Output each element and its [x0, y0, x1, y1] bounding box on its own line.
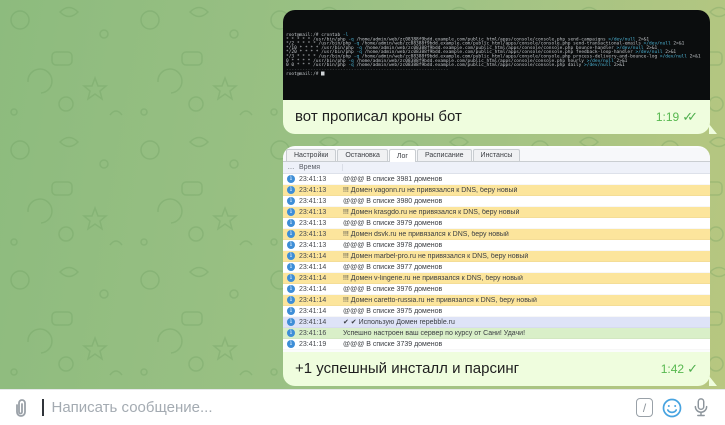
tab-Остановка[interactable]: Остановка: [337, 149, 388, 161]
message-input[interactable]: Написать сообщение...: [52, 399, 629, 416]
log-row-time: 23:41:14: [299, 318, 327, 326]
log-row[interactable]: i 23:41:14 !!! Домен marbel-pro.ru не пр…: [283, 251, 710, 262]
log-row[interactable]: i 23:41:14 !!! Домен v-lingerie.ru не пр…: [283, 273, 710, 284]
log-row-text: ✔ ✔ Использую Домен repebble.ru: [343, 319, 455, 326]
log-row-text: @@@ В списке 3981 доменов: [343, 175, 443, 183]
log-row[interactable]: i 23:41:13 @@@ В списке 3980 доменов: [283, 196, 710, 207]
log-row-time: 23:41:13: [299, 186, 327, 194]
log-tabs: Настройки Остановка Лог Расписание Инстансы: [283, 148, 710, 162]
log-row-text: Успешно настроен ваш сервер по курсу от …: [343, 329, 526, 337]
log-row-text: !!! Домен caretto-russia.ru не привязалс…: [343, 296, 537, 304]
info-icon: i: [283, 340, 299, 348]
terminal-lines: root@mail:/# crontab -l * * * * * /usr/bi…: [286, 32, 701, 77]
terminal-screenshot-photo[interactable]: root@mail:/# crontab -l * * * * * /usr/bi…: [283, 10, 710, 100]
tab-Настройки[interactable]: Настройки: [286, 149, 337, 161]
info-icon: i: [283, 197, 299, 205]
log-row[interactable]: i 23:41:13 @@@ В списке 3979 доменов: [283, 218, 710, 229]
message-meta: 1:42 ✓: [661, 361, 698, 378]
info-icon: i: [283, 307, 299, 315]
tab-Расписание[interactable]: Расписание: [416, 149, 472, 161]
message-text: вот прописал кроны бот: [295, 108, 462, 125]
info-icon: i: [283, 274, 299, 282]
info-icon: i: [283, 208, 299, 216]
log-row[interactable]: i 23:41:14 ✔ ✔ Использую Домен repebble.…: [283, 317, 710, 328]
info-icon: i: [283, 175, 299, 183]
info-icon: i: [283, 285, 299, 293]
log-row-time: 23:41:13: [299, 208, 327, 216]
log-row-text: @@@ В списке 3739 доменов: [343, 340, 443, 348]
log-row-time: 23:41:13: [299, 219, 327, 227]
log-row[interactable]: i 23:41:14 @@@ В списке 3976 доменов: [283, 284, 710, 295]
log-row-text: @@@ В списке 3980 доменов: [343, 197, 443, 205]
column-header-icon: …: [287, 164, 295, 171]
info-icon: i: [283, 252, 299, 260]
log-row-text: @@@ В списке 3979 доменов: [343, 219, 443, 227]
attach-icon[interactable]: [10, 397, 32, 419]
log-row-text: @@@ В списке 3977 доменов: [343, 263, 443, 271]
log-row[interactable]: i 23:41:14 @@@ В списке 3975 доменов: [283, 306, 710, 317]
message-text: +1 успешный инсталл и парсинг: [295, 360, 520, 377]
log-row-time: 23:41:14: [299, 285, 327, 293]
info-icon: i: [283, 329, 299, 337]
log-row[interactable]: i 23:41:13 @@@ В списке 3981 доменов: [283, 174, 710, 185]
info-icon: i: [283, 219, 299, 227]
log-row-text: @@@ В списке 3976 доменов: [343, 285, 443, 293]
log-row[interactable]: i 23:41:14 @@@ В списке 3977 доменов: [283, 262, 710, 273]
log-screenshot-photo[interactable]: Настройки Остановка Лог Расписание Инстансы …: [283, 146, 710, 352]
info-icon: i: [283, 318, 299, 326]
log-row-text: @@@ В списке 3975 доменов: [343, 307, 443, 315]
log-row[interactable]: i 23:41:13 @@@ В списке 3978 доменов: [283, 240, 710, 251]
message-outgoing-log: Настройки Остановка Лог Расписание Инстансы …: [283, 146, 717, 386]
log-row-time: 23:41:14: [299, 307, 327, 315]
message-composer: Написать сообщение... /: [0, 389, 725, 425]
log-row-time: 23:41:13: [299, 241, 327, 249]
message-meta: 1:19 ✓✓: [656, 109, 698, 126]
log-row-time: 23:41:14: [299, 252, 327, 260]
log-row-text: !!! Домен marbel-pro.ru не привязался к …: [343, 252, 529, 260]
message-time: 1:42: [660, 362, 685, 376]
microphone-icon[interactable]: [691, 396, 711, 419]
bot-commands-icon[interactable]: /: [636, 398, 653, 417]
telegram-chat-window: root@mail:/# crontab -l * * * * * /usr/bi…: [0, 0, 725, 425]
log-row-text: @@@ В списке 3978 доменов: [343, 241, 443, 249]
info-icon: i: [283, 186, 299, 194]
log-rows: i 23:41:13 @@@ В списке 3981 доменов i 2…: [283, 174, 710, 350]
info-icon: i: [283, 241, 299, 249]
log-row-text: !!! Домен dsvk.ru не привязался к DNS, б…: [343, 230, 509, 238]
log-row-time: 23:41:16: [299, 329, 327, 337]
log-row[interactable]: i 23:41:13 !!! Домен vagonn.ru не привяз…: [283, 185, 710, 196]
message-caption: вот прописал кроны бот 1:19 ✓✓: [283, 100, 717, 134]
log-row-time: 23:41:13: [299, 197, 327, 205]
log-row[interactable]: i 23:41:19 @@@ В списке 3739 доменов: [283, 339, 710, 350]
terminal-cursor: [321, 71, 325, 76]
log-row-text: !!! Домен krasgdo.ru не привязался к DNS…: [343, 208, 520, 216]
emoji-icon[interactable]: [661, 397, 683, 419]
text-caret: [42, 399, 44, 416]
log-row[interactable]: i 23:41:14 !!! Домен caretto-russia.ru н…: [283, 295, 710, 306]
log-row-text: !!! Домен vagonn.ru не привязался к DNS,…: [343, 186, 518, 194]
info-icon: i: [283, 230, 299, 238]
message-time: 1:19: [655, 110, 680, 124]
log-row[interactable]: i 23:41:16 Успешно настроен ваш сервер п…: [283, 328, 710, 339]
log-table-header: … Время: [283, 162, 710, 174]
log-row-time: 23:41:13: [299, 230, 327, 238]
message-outgoing-crontab: root@mail:/# crontab -l * * * * * /usr/bi…: [283, 10, 717, 134]
log-row-time: 23:41:14: [299, 274, 327, 282]
column-header-time: Время: [299, 164, 343, 171]
message-caption: +1 успешный инсталл и парсинг 1:42 ✓: [283, 352, 717, 386]
tab-Лог[interactable]: Лог: [388, 149, 416, 162]
log-row-time: 23:41:13: [299, 175, 327, 183]
read-checkmarks-icon: ✓✓: [682, 109, 698, 124]
sent-checkmark-icon: ✓: [687, 361, 698, 376]
log-row-text: !!! Домен v-lingerie.ru не привязался к …: [343, 274, 523, 282]
log-row[interactable]: i 23:41:13 !!! Домен krasgdo.ru не привя…: [283, 207, 710, 218]
tab-Инстансы[interactable]: Инстансы: [472, 149, 521, 161]
log-row[interactable]: i 23:41:13 !!! Домен dsvk.ru не привязал…: [283, 229, 710, 240]
info-icon: i: [283, 296, 299, 304]
log-row-time: 23:41:14: [299, 263, 327, 271]
info-icon: i: [283, 263, 299, 271]
log-row-time: 23:41:19: [299, 340, 327, 348]
log-row-time: 23:41:14: [299, 296, 327, 304]
